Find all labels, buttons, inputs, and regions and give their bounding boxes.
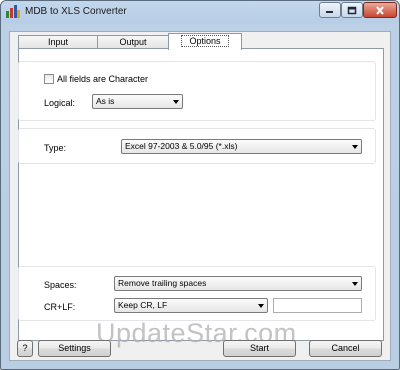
spaces-select[interactable]: Remove trailing spaces bbox=[114, 276, 362, 291]
logical-select[interactable]: As is bbox=[92, 94, 183, 109]
crlf-replacement-input[interactable] bbox=[273, 298, 362, 313]
maximize-icon bbox=[347, 6, 357, 14]
app-window: MDB to XLS Converter Input Output Option… bbox=[0, 0, 400, 370]
tab-options[interactable]: Options bbox=[168, 33, 242, 50]
close-icon bbox=[376, 5, 384, 15]
app-icon bbox=[6, 5, 20, 18]
title-bar[interactable]: MDB to XLS Converter bbox=[1, 1, 399, 23]
crlf-select[interactable]: Keep CR, LF bbox=[114, 298, 268, 313]
tab-output[interactable]: Output bbox=[97, 35, 169, 49]
maximize-button[interactable] bbox=[341, 2, 363, 18]
chevron-down-icon bbox=[352, 145, 358, 149]
chevron-down-icon bbox=[173, 100, 179, 104]
tab-input[interactable]: Input bbox=[18, 35, 98, 49]
all-fields-character-label[interactable]: All fields are Character bbox=[57, 74, 148, 84]
all-fields-character-checkbox[interactable] bbox=[44, 74, 54, 84]
spaces-label: Spaces: bbox=[44, 280, 77, 290]
spaces-select-value: Remove trailing spaces bbox=[118, 278, 207, 288]
tab-options-label: Options bbox=[181, 35, 229, 47]
minimize-icon bbox=[326, 11, 333, 13]
type-select[interactable]: Excel 97-2003 & 5.0/95 (*.xls) bbox=[121, 139, 362, 154]
cancel-button[interactable]: Cancel bbox=[309, 340, 382, 357]
logical-select-value: As is bbox=[96, 96, 115, 106]
chevron-down-icon bbox=[352, 282, 358, 286]
format-group bbox=[18, 61, 376, 121]
close-button[interactable] bbox=[363, 2, 397, 18]
window-title: MDB to XLS Converter bbox=[25, 6, 127, 17]
logical-label: Logical: bbox=[44, 98, 76, 108]
crlf-label: CR+LF: bbox=[44, 302, 76, 312]
crlf-select-value: Keep CR, LF bbox=[118, 300, 168, 310]
help-button[interactable]: ? bbox=[17, 340, 33, 357]
settings-button[interactable]: Settings bbox=[38, 340, 111, 357]
chevron-down-icon bbox=[258, 304, 264, 308]
type-label: Type: bbox=[44, 143, 67, 153]
minimize-button[interactable] bbox=[319, 2, 341, 18]
start-button[interactable]: Start bbox=[223, 340, 296, 357]
type-select-value: Excel 97-2003 & 5.0/95 (*.xls) bbox=[125, 141, 238, 151]
